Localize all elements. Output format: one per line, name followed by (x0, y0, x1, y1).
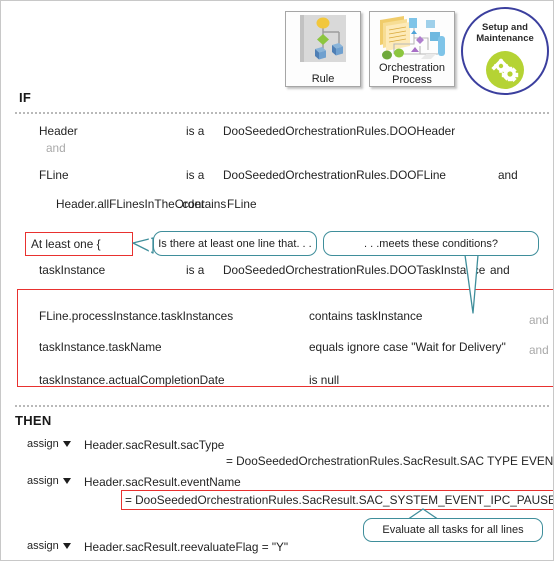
orchestration-label-line1: Orchestration (378, 62, 446, 74)
task-instance-left: taskInstance (39, 263, 106, 277)
if-row-0-value: DooSeededOrchestrationRules.DOOHeader (223, 124, 456, 138)
callout-is-there-at-least-one-line: Is there at least one line that. . . (153, 231, 317, 256)
then-keyword: THEN (15, 413, 52, 428)
task-instance-operator: is a (186, 263, 205, 277)
then-row-1-target: Header.sacResult.eventName (84, 475, 241, 489)
group-row-0-left: FLine.processInstance.taskInstances (39, 309, 234, 323)
callout-meets-these-conditions: . . .meets these conditions? (323, 231, 539, 256)
callout-1-text: Is there at least one line that. . . (158, 237, 312, 250)
chevron-down-icon[interactable] (62, 542, 71, 549)
toolbar-icon-strip: Rule Orchestration Process Setup and Mai… (285, 7, 551, 95)
then-row-1-assignment: = DooSeededOrchestrationRules.SacResult.… (125, 493, 554, 507)
callout-2-tail (464, 253, 479, 314)
group-row-1-trailing: and (529, 343, 549, 357)
badge-line1: Setup and (482, 22, 528, 33)
then-row-2-verb-label: assign (27, 540, 59, 552)
group-row-2-operator: is null (309, 373, 340, 387)
if-row-2-value: DooSeededOrchestrationRules.DOOFLine (223, 168, 446, 182)
rule-button-label: Rule (311, 73, 335, 85)
group-row-1-left: taskInstance.taskName (39, 340, 162, 354)
then-row-1-verb[interactable]: assign (27, 475, 71, 487)
setup-and-maintenance-badge[interactable]: Setup and Maintenance (461, 7, 549, 95)
orchestration-process-button[interactable]: Orchestration Process (369, 11, 455, 87)
gears-icon (486, 51, 524, 89)
at-least-one-label: At least one { (31, 237, 101, 251)
rule-diagram-icon (286, 14, 360, 64)
group-row-0-trailing: and (529, 313, 549, 327)
if-row-2-left: FLine (39, 168, 69, 182)
callout-3-text: Evaluate all tasks for all lines (382, 524, 524, 536)
if-row-2-trailing: and (498, 168, 518, 182)
then-row-0-verb-label: assign (27, 438, 59, 450)
then-row-0-assignment: = DooSeededOrchestrationRules.SacResult.… (226, 454, 554, 468)
then-divider (15, 405, 549, 407)
callout-2-text: . . .meets these conditions? (364, 237, 498, 250)
then-row-2-verb[interactable]: assign (27, 540, 71, 552)
if-keyword: IF (19, 90, 32, 105)
orchestration-label-line2: Process (392, 73, 432, 86)
rule-editor-screenshot: Rule Orchestration Process Setup and Mai… (0, 0, 554, 561)
orchestration-process-button-label: Orchestration Process (370, 62, 454, 86)
group-row-1-operator: equals ignore case "Wait for Delivery" (309, 340, 506, 354)
if-row-3-value: FLine (227, 197, 257, 211)
rule-button[interactable]: Rule (285, 11, 361, 87)
chevron-down-icon[interactable] (62, 440, 71, 447)
if-row-3-operator: .contains (179, 197, 227, 211)
setup-and-maintenance-label: Setup and Maintenance (463, 22, 547, 44)
callout-evaluate-all-tasks: Evaluate all tasks for all lines (363, 518, 543, 542)
then-row-0-verb[interactable]: assign (27, 438, 71, 450)
if-row-1-connector: and (46, 141, 66, 155)
group-row-0-operator: contains taskInstance (309, 309, 423, 323)
orchestration-process-icon (370, 14, 454, 64)
if-row-2-operator: is a (186, 168, 205, 182)
chevron-down-icon[interactable] (62, 477, 71, 484)
then-row-0-target: Header.sacResult.sacType (84, 438, 225, 452)
if-row-0-operator: is a (186, 124, 205, 138)
task-instance-value: DooSeededOrchestrationRules.DOOTaskInsta… (223, 263, 486, 277)
then-row-2-target: Header.sacResult.reevaluateFlag = "Y" (84, 540, 289, 554)
group-row-2-left: taskInstance.actualCompletionDate (39, 373, 225, 387)
if-divider (15, 112, 549, 114)
if-row-0-left: Header (39, 124, 78, 138)
then-row-1-verb-label: assign (27, 475, 59, 487)
badge-line2: Maintenance (476, 33, 534, 44)
